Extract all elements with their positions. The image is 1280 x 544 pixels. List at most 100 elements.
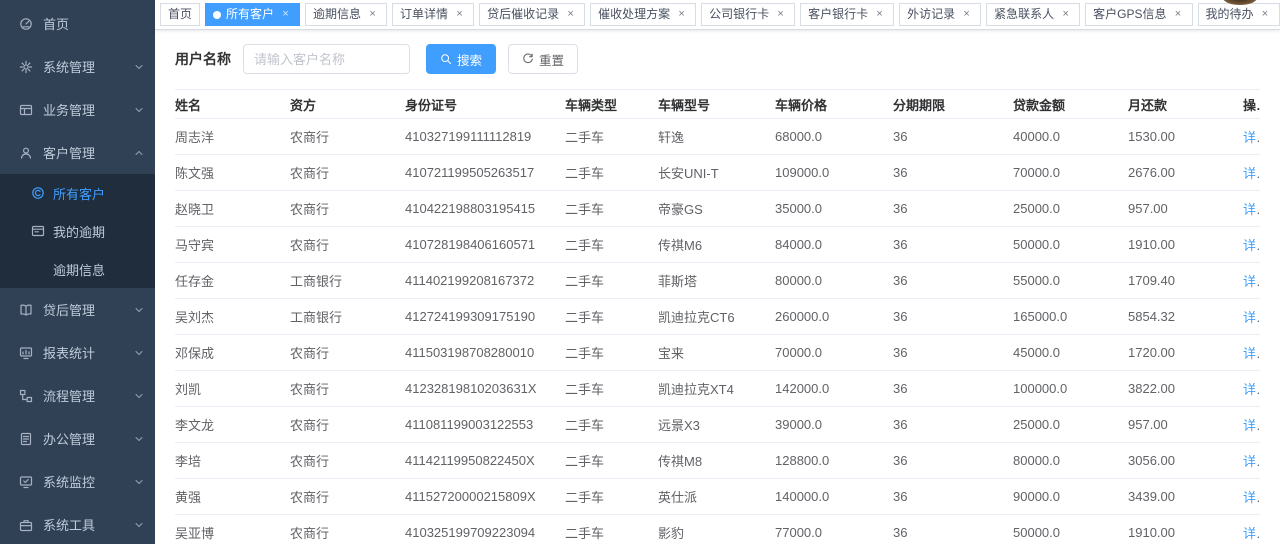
tab-9[interactable]: 紧急联系人×	[986, 3, 1080, 26]
table-row: 周志洋农商行410327199111112819二手车轩逸68000.03640…	[175, 119, 1260, 155]
cell-monthly_payment: 3439.00	[1128, 489, 1243, 504]
detail-link[interactable]: 详情	[1243, 274, 1260, 289]
cell-vehicle_price: 140000.0	[775, 489, 893, 504]
detail-link[interactable]: 详情	[1243, 238, 1260, 253]
tags-view-bar: 首页所有客户×逾期信息×订单详情×贷后催收记录×催收处理方案×公司银行卡×客户银…	[155, 0, 1280, 30]
header-cell-7: 贷款金额	[1013, 95, 1128, 114]
tab-close-icon[interactable]: ×	[774, 8, 787, 21]
tab-1[interactable]: 所有客户×	[205, 3, 300, 26]
cell-monthly_payment: 1720.00	[1128, 345, 1243, 360]
cell-id_number: 411081199003122553	[405, 417, 565, 432]
table-row: 吴刘杰工商银行412724199309175190二手车凯迪拉克CT626000…	[175, 299, 1260, 335]
tab-close-icon[interactable]: ×	[960, 8, 973, 21]
tab-7[interactable]: 客户银行卡×	[800, 3, 894, 26]
cell-id_number: 41142119950822450X	[405, 453, 565, 468]
sidebar-item-7[interactable]: 办公管理	[0, 417, 155, 460]
cell-vehicle_type: 二手车	[565, 235, 658, 254]
cell-loan_amount: 25000.0	[1013, 201, 1128, 216]
detail-link[interactable]: 详情	[1243, 166, 1260, 181]
cell-vehicle_model: 影豹	[658, 523, 775, 542]
sidebar: 首页系统管理业务管理客户管理所有客户我的逾期逾期信息贷后管理报表统计流程管理办公…	[0, 0, 155, 544]
detail-link[interactable]: 详情	[1243, 418, 1260, 433]
tab-2[interactable]: 逾期信息 ×	[305, 3, 387, 26]
cell-name: 赵晓卫	[175, 199, 290, 218]
cell-action: 详情	[1243, 379, 1260, 398]
cell-vehicle_type: 二手车	[565, 163, 658, 182]
cell-name: 陈文强	[175, 163, 290, 182]
sidebar-item-8[interactable]: 系统监控	[0, 460, 155, 503]
sidebar-item-6[interactable]: 流程管理	[0, 374, 155, 417]
cell-loan_amount: 70000.0	[1013, 165, 1128, 180]
sidebar-item-9[interactable]: 系统工具	[0, 503, 155, 544]
tab-close-icon[interactable]: ×	[453, 8, 466, 21]
sidebar-subitem-0[interactable]: 所有客户	[0, 174, 155, 212]
cell-vehicle_type: 二手车	[565, 307, 658, 326]
tab-label: 逾期信息	[313, 4, 361, 25]
tab-10[interactable]: 客户GPS信息×	[1085, 3, 1192, 26]
detail-link[interactable]: 详情	[1243, 346, 1260, 361]
detail-link[interactable]: 详情	[1243, 310, 1260, 325]
cell-installment_term: 36	[893, 237, 1013, 252]
search-button[interactable]: 搜索	[426, 44, 496, 74]
sidebar-item-0[interactable]: 首页	[0, 2, 155, 45]
tab-4[interactable]: 贷后催收记录×	[479, 3, 585, 26]
sidebar-subitem-label: 我的逾期	[53, 222, 105, 241]
tab-close-icon[interactable]: ×	[1259, 8, 1272, 21]
cell-loan_amount: 55000.0	[1013, 273, 1128, 288]
cell-id_number: 410327199111112819	[405, 129, 565, 144]
cell-funder: 农商行	[290, 343, 405, 362]
detail-link[interactable]: 详情	[1243, 130, 1260, 145]
header-cell-1: 资方	[290, 95, 405, 114]
copyright-icon	[31, 186, 45, 200]
reset-button[interactable]: 重置	[508, 44, 578, 74]
cell-installment_term: 36	[893, 525, 1013, 540]
sidebar-item-1[interactable]: 系统管理	[0, 45, 155, 88]
tab-label: 外访记录	[907, 4, 955, 25]
cell-vehicle_model: 远景X3	[658, 415, 775, 434]
cell-vehicle_price: 109000.0	[775, 165, 893, 180]
cell-name: 周志洋	[175, 127, 290, 146]
tab-close-icon[interactable]: ×	[675, 8, 688, 21]
table-row: 李培农商行41142119950822450X二手车传祺M8128800.036…	[175, 443, 1260, 479]
cell-vehicle_type: 二手车	[565, 451, 658, 470]
header-cell-3: 车辆类型	[565, 95, 658, 114]
tab-close-icon[interactable]: ×	[366, 8, 379, 21]
detail-link[interactable]: 详情	[1243, 454, 1260, 469]
detail-link[interactable]: 详情	[1243, 526, 1260, 541]
table-row: 任存金工商银行411402199208167372二手车菲斯塔80000.036…	[175, 263, 1260, 299]
flow-icon	[19, 389, 33, 403]
book-icon	[19, 303, 33, 317]
cell-name: 刘凯	[175, 379, 290, 398]
sidebar-item-label: 报表统计	[43, 343, 133, 362]
tab-6[interactable]: 公司银行卡×	[701, 3, 795, 26]
cell-monthly_payment: 1910.00	[1128, 237, 1243, 252]
sidebar-item-label: 业务管理	[43, 100, 133, 119]
tab-close-icon[interactable]: ×	[279, 8, 292, 21]
sidebar-item-3[interactable]: 客户管理	[0, 131, 155, 174]
tab-close-icon[interactable]: ×	[873, 8, 886, 21]
search-bar: 用户名称 搜索 重置	[175, 44, 1260, 74]
tab-3[interactable]: 订单详情×	[392, 3, 474, 26]
tab-close-icon[interactable]: ×	[564, 8, 577, 21]
sidebar-item-4[interactable]: 贷后管理	[0, 288, 155, 331]
detail-link[interactable]: 详情	[1243, 382, 1260, 397]
detail-link[interactable]: 详情	[1243, 490, 1260, 505]
sidebar-item-2[interactable]: 业务管理	[0, 88, 155, 131]
tab-11[interactable]: 我的待办×	[1198, 3, 1280, 26]
detail-link[interactable]: 详情	[1243, 202, 1260, 217]
chevron-down-icon	[133, 304, 145, 316]
tab-8[interactable]: 外访记录 ×	[899, 3, 981, 26]
sidebar-subitem-2[interactable]: 逾期信息	[0, 250, 155, 288]
tab-close-icon[interactable]: ×	[1059, 8, 1072, 21]
search-input[interactable]	[243, 44, 410, 74]
cell-name: 马守宾	[175, 235, 290, 254]
tab-0[interactable]: 首页	[160, 3, 200, 26]
tab-5[interactable]: 催收处理方案×	[590, 3, 696, 26]
tab-close-icon[interactable]: ×	[1172, 8, 1185, 21]
cell-funder: 农商行	[290, 523, 405, 542]
search-button-label: 搜索	[457, 50, 482, 69]
sidebar-subitem-1[interactable]: 我的逾期	[0, 212, 155, 250]
cell-monthly_payment: 1709.40	[1128, 273, 1243, 288]
cell-name: 李培	[175, 451, 290, 470]
sidebar-item-5[interactable]: 报表统计	[0, 331, 155, 374]
